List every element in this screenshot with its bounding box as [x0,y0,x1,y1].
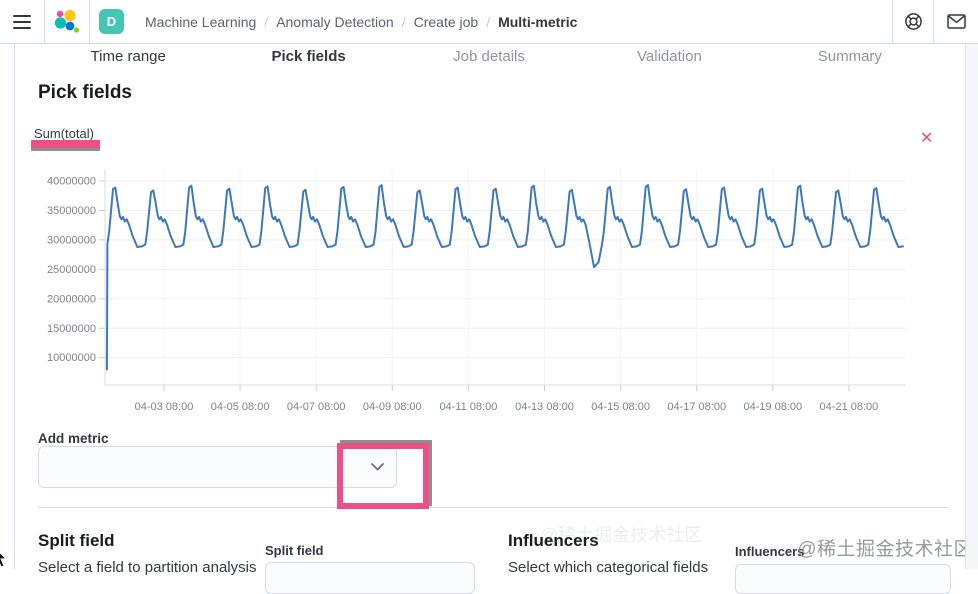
page-title: Pick fields [38,82,132,103]
breadcrumb-item[interactable]: Anomaly Detection [276,14,394,30]
elastic-logo-icon [54,9,80,33]
breadcrumb-separator: / [486,13,491,30]
breadcrumb-separator: / [401,13,406,30]
navbar-right-group [892,0,978,43]
breadcrumb: Machine Learning / Anomaly Detection / Creat… [145,14,577,30]
annotation-highlight-bar [31,140,100,148]
influencers-heading: Influencers [508,531,599,550]
influencers-label: Influencers [735,544,805,559]
mouse-cursor [0,552,8,568]
influencers-description: Select which categorical fields [508,559,709,576]
menu-button[interactable] [0,0,44,43]
help-button[interactable] [893,0,933,43]
vertical-scrollbar[interactable] [965,44,978,569]
elastic-logo-button[interactable] [45,0,89,43]
split-field-label: Split field [265,543,324,558]
breadcrumb-item[interactable]: Create job [414,14,479,30]
wizard-steps: Time range Pick fields Job details Validati… [38,48,940,65]
step-validation: Validation [637,48,702,65]
step-summary: Summary [817,48,882,65]
section-divider [38,507,948,508]
close-icon: ✕ [920,130,934,147]
remove-metric-button[interactable]: ✕ [920,131,933,147]
metric-chart-title: Sum(total) [34,126,94,141]
step-job-details: Job details [453,48,525,65]
watermark: @稀土掘金技术社区 [797,539,973,560]
step-pick-fields[interactable]: Pick fields [218,48,398,65]
mail-icon [946,14,966,29]
split-field-heading: Split field [38,531,115,550]
step-time-range[interactable]: Time range [38,48,218,65]
split-field-description: Select a field to partition analysis [38,559,257,576]
content-panel [14,44,966,569]
breadcrumb-item[interactable]: Machine Learning [145,14,256,30]
help-icon [904,13,922,30]
space-badge[interactable]: D [99,9,124,34]
hamburger-icon [13,14,31,29]
top-navbar: D Machine Learning / Anomaly Detection / Cre… [0,0,978,44]
annotation-highlight-box [337,443,429,509]
navbar-divider [89,0,90,43]
add-metric-label: Add metric [38,431,109,446]
newsfeed-button[interactable] [934,0,978,43]
breadcrumb-separator: / [264,13,269,30]
breadcrumb-item: Multi-metric [498,13,578,30]
split-field-combobox[interactable] [265,562,475,594]
